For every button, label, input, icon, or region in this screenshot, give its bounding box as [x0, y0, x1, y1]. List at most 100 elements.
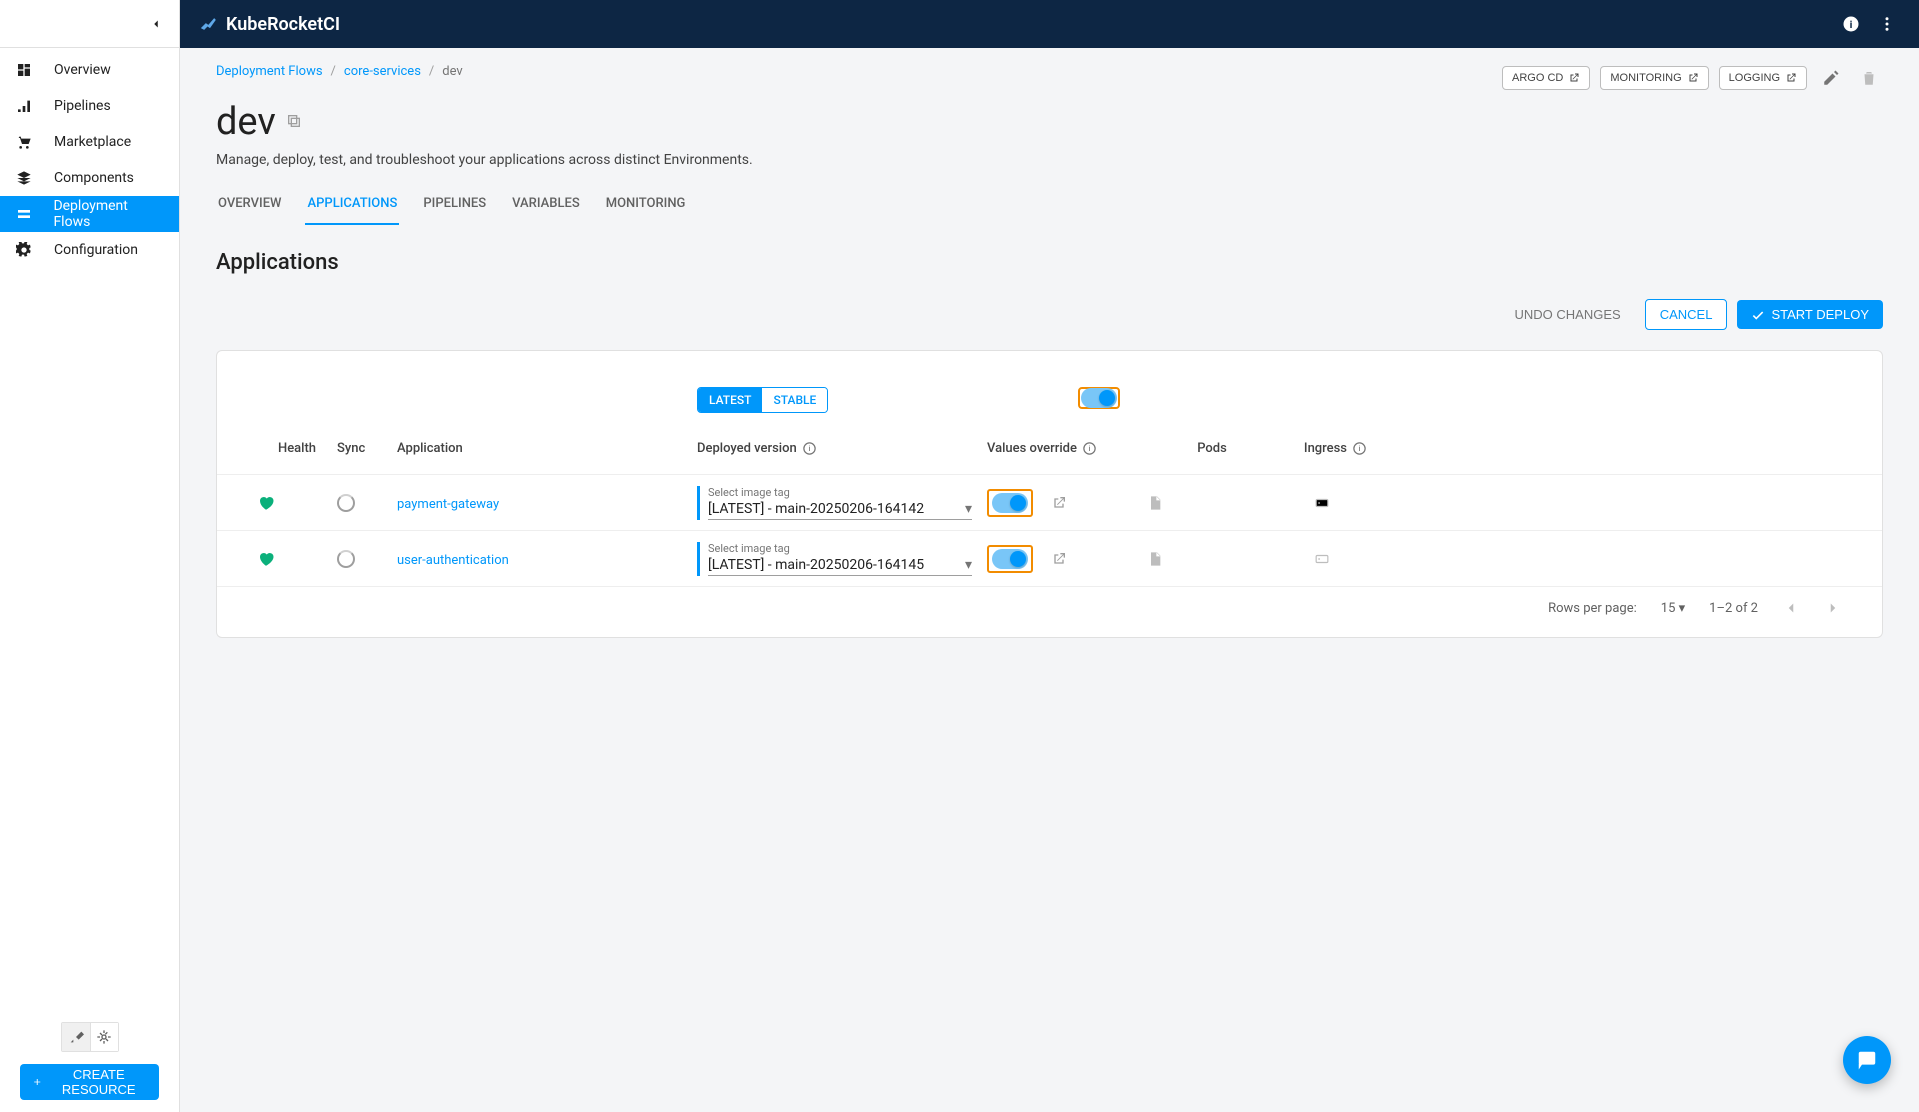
brand-icon	[200, 14, 220, 34]
pagination-range: 1–2 of 2	[1709, 601, 1758, 616]
start-deploy-button[interactable]: START DEPLOY	[1737, 300, 1883, 329]
tab-variables[interactable]: VARIABLES	[510, 186, 582, 225]
monitoring-link[interactable]: MONITORING	[1600, 66, 1708, 90]
sidebar-item-label: Configuration	[54, 242, 138, 258]
version-toggle: LATEST STABLE	[697, 387, 828, 413]
deployment-icon	[14, 204, 33, 224]
ingress-button[interactable]	[1313, 496, 1331, 510]
heart-icon	[257, 494, 275, 512]
col-health: Health	[257, 441, 337, 456]
sync-spinner-icon	[337, 550, 355, 568]
brand-text: KubeRocketCI	[226, 14, 340, 35]
svg-text:i: i	[808, 445, 810, 453]
page-title: dev	[216, 100, 1883, 144]
sidebar-item-overview[interactable]: Overview	[0, 52, 179, 88]
tab-pipelines[interactable]: PIPELINES	[421, 186, 488, 225]
toggle-latest[interactable]: LATEST	[698, 388, 762, 412]
sidebar-nav: Overview Pipelines Marketplace Component…	[0, 48, 179, 1010]
chat-fab[interactable]	[1843, 1036, 1891, 1084]
sidebar: Overview Pipelines Marketplace Component…	[0, 0, 180, 1112]
ingress-icon	[1313, 552, 1331, 566]
plus-icon	[32, 1075, 42, 1089]
ingress-button[interactable]	[1313, 552, 1331, 566]
sidebar-item-label: Deployment Flows	[53, 198, 165, 230]
edit-button[interactable]	[1817, 64, 1845, 92]
copy-button[interactable]	[286, 113, 304, 131]
tab-overview[interactable]: OVERVIEW	[216, 186, 283, 225]
heart-icon	[257, 550, 275, 568]
topbar: KubeRocketCI i	[180, 0, 1919, 48]
next-page-button[interactable]	[1824, 599, 1842, 617]
tab-monitoring[interactable]: MONITORING	[604, 186, 688, 225]
table-row: user-authentication Select image tag [LA…	[217, 531, 1882, 587]
pipelines-icon	[14, 96, 34, 116]
dashboard-icon	[14, 60, 34, 80]
undo-changes-button[interactable]: UNDO CHANGES	[1501, 300, 1635, 329]
pencil-icon	[1822, 69, 1840, 87]
sidebar-item-label: Marketplace	[54, 134, 131, 150]
col-application: Application	[397, 441, 697, 456]
col-sync: Sync	[337, 441, 397, 456]
create-resource-label: CREATE RESOURCE	[50, 1067, 147, 1097]
toggle-stable[interactable]: STABLE	[762, 388, 827, 412]
ingress-icon	[1313, 496, 1331, 510]
rows-per-page-label: Rows per page:	[1548, 601, 1637, 616]
table-row: payment-gateway Select image tag [LATEST…	[217, 475, 1882, 531]
more-button[interactable]	[1875, 12, 1899, 36]
tab-applications[interactable]: APPLICATIONS	[305, 186, 399, 225]
theme-toggle-button[interactable]	[62, 1023, 90, 1051]
application-link[interactable]: user-authentication	[397, 553, 509, 568]
sync-status	[337, 550, 397, 568]
values-override-toggle[interactable]	[987, 489, 1033, 517]
toolbar: UNDO CHANGES CANCEL START DEPLOY	[216, 299, 1883, 330]
health-status	[257, 550, 337, 568]
sidebar-item-configuration[interactable]: Configuration	[0, 232, 179, 268]
logging-link[interactable]: LOGGING	[1719, 66, 1807, 90]
pods-button[interactable]	[1147, 551, 1277, 567]
sidebar-item-marketplace[interactable]: Marketplace	[0, 124, 179, 160]
sidebar-collapse-button[interactable]	[0, 0, 179, 48]
rows-per-page-select[interactable]: 15 ▾	[1661, 601, 1685, 616]
application-link[interactable]: payment-gateway	[397, 497, 499, 512]
image-tag-select[interactable]: Select image tag [LATEST] - main-2025020…	[697, 542, 972, 576]
svg-text:i: i	[1089, 445, 1091, 453]
breadcrumb-current: dev	[442, 64, 462, 79]
chevron-left-icon	[1782, 599, 1800, 617]
create-resource-button[interactable]: CREATE RESOURCE	[20, 1064, 159, 1100]
prev-page-button[interactable]	[1782, 599, 1800, 617]
delete-button[interactable]	[1855, 64, 1883, 92]
sidebar-item-label: Overview	[54, 62, 111, 78]
info-icon[interactable]: i	[1082, 441, 1097, 456]
chevron-down-icon: ▾	[965, 557, 972, 573]
trash-icon	[1860, 69, 1878, 87]
image-tag-select[interactable]: Select image tag [LATEST] - main-2025020…	[697, 486, 972, 520]
brand[interactable]: KubeRocketCI	[200, 14, 340, 35]
values-override-toggle[interactable]	[987, 545, 1033, 573]
chat-icon	[1856, 1049, 1878, 1071]
cancel-button[interactable]: CANCEL	[1645, 299, 1728, 330]
check-icon	[1751, 308, 1765, 322]
sidebar-item-deployment-flows[interactable]: Deployment Flows	[0, 196, 179, 232]
document-icon	[1147, 495, 1163, 511]
col-pods: Pods	[1147, 441, 1277, 456]
sidebar-item-pipelines[interactable]: Pipelines	[0, 88, 179, 124]
external-link-icon	[1051, 495, 1067, 511]
header-actions: ARGO CD MONITORING LOGGING	[1502, 64, 1883, 92]
pods-button[interactable]	[1147, 495, 1277, 511]
applications-table-card: LATEST STABLE Health Sync Application De…	[216, 350, 1883, 638]
breadcrumb-link-deployment-flows[interactable]: Deployment Flows	[216, 64, 323, 79]
main: KubeRocketCI i Deployment Flows / core-s…	[180, 0, 1919, 1112]
edit-override-button[interactable]	[1051, 495, 1067, 511]
argocd-link[interactable]: ARGO CD	[1502, 66, 1590, 90]
page-description: Manage, deploy, test, and troubleshoot y…	[216, 152, 1883, 168]
values-override-all-toggle[interactable]	[1078, 387, 1120, 409]
sidebar-item-components[interactable]: Components	[0, 160, 179, 196]
info-icon[interactable]: i	[802, 441, 817, 456]
info-button[interactable]: i	[1839, 12, 1863, 36]
info-icon[interactable]: i	[1352, 441, 1367, 456]
cart-icon	[14, 132, 34, 152]
settings-button[interactable]	[90, 1023, 118, 1051]
edit-override-button[interactable]	[1051, 551, 1067, 567]
info-icon: i	[1842, 15, 1860, 33]
breadcrumb-link-core-services[interactable]: core-services	[344, 64, 421, 79]
